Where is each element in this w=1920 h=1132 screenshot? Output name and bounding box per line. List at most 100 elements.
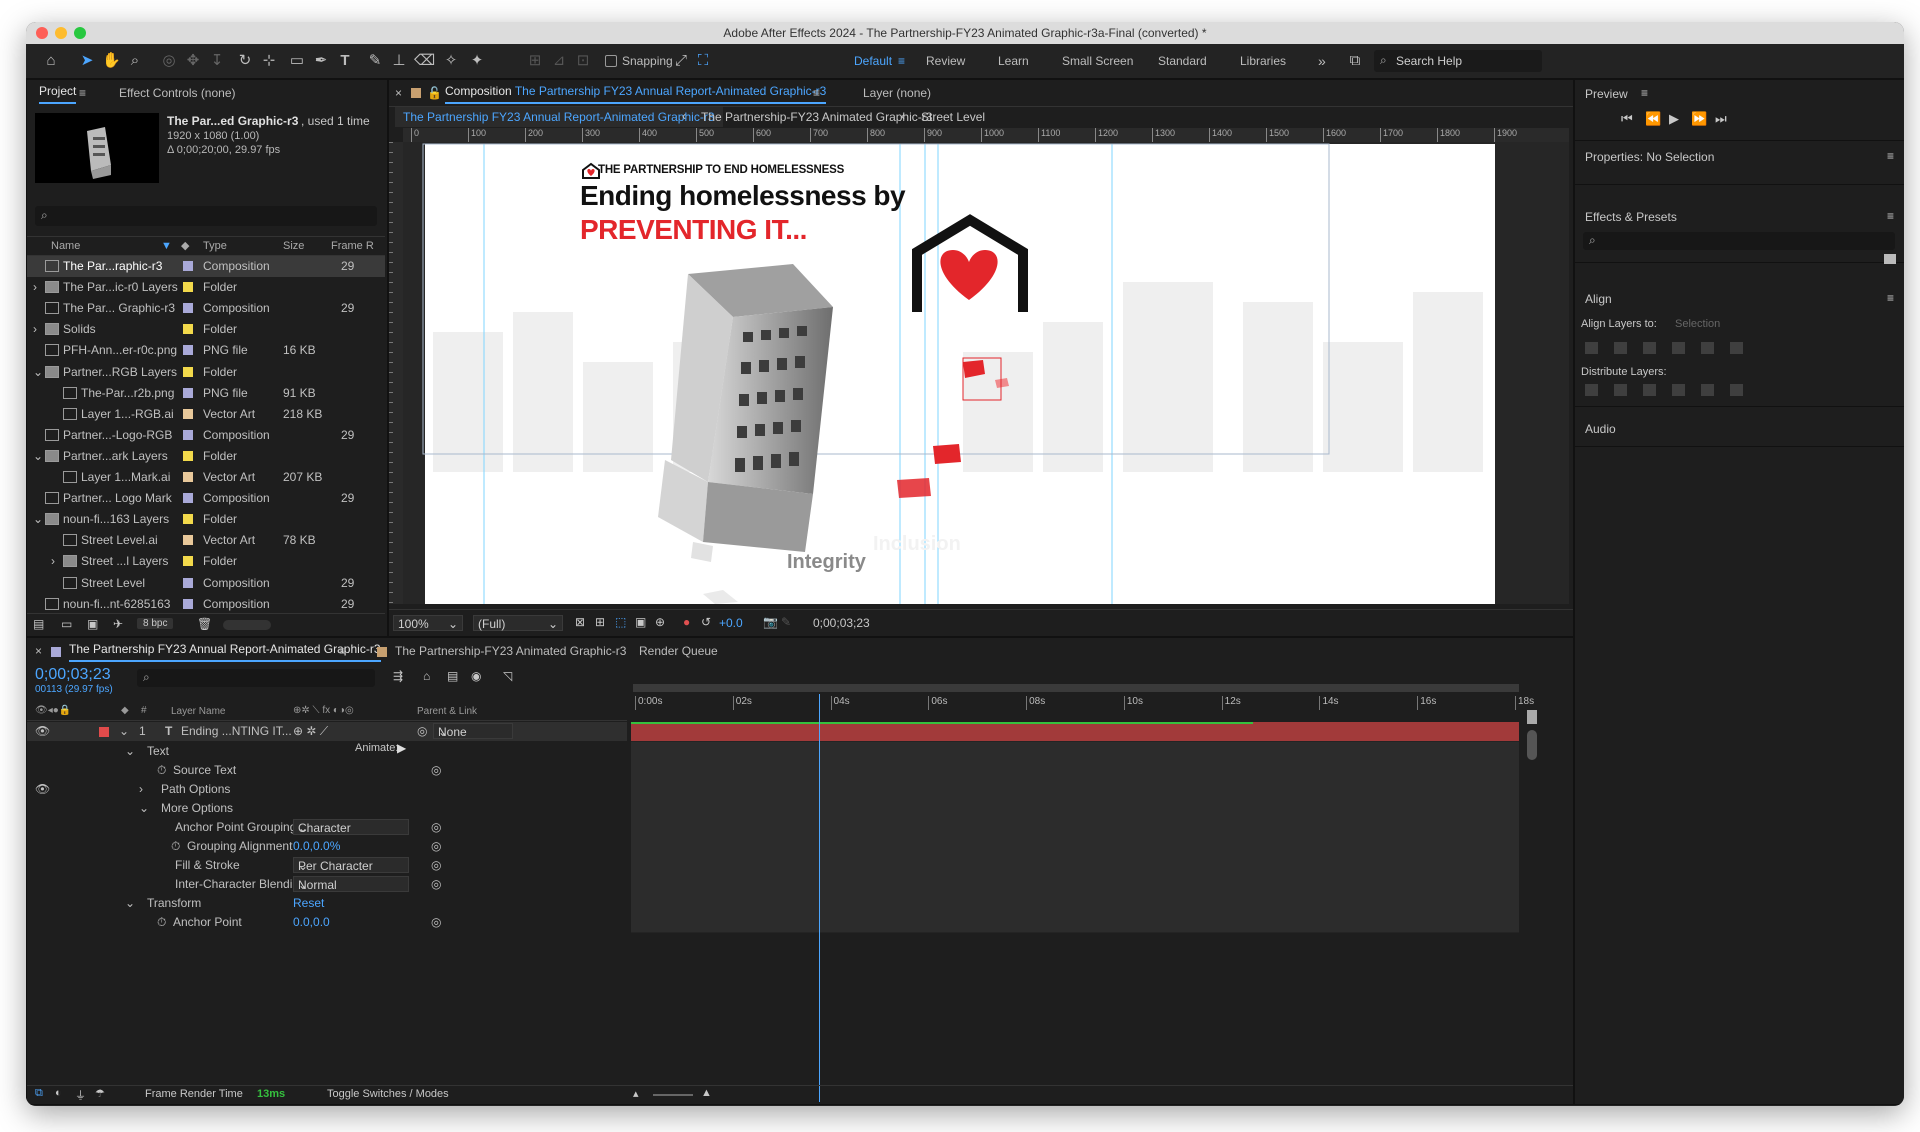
property-row[interactable]: ⏱ Grouping Alignment 0.0,0.0% ◎ [27,837,627,856]
tab-composition[interactable]: Composition The Partnership FY23 Annual … [445,80,827,104]
project-item[interactable]: › The Par...ic-r0 Layers Folder [27,277,385,298]
timeline-menu-icon[interactable]: ≡ [339,638,346,664]
layer-switches[interactable]: ⊕ ✲ ⟋ [293,722,328,741]
audio-title[interactable]: Audio [1585,422,1616,436]
channel-icon[interactable]: ● [683,615,690,629]
interpret-footage-icon[interactable]: ▤ [33,617,44,631]
property-row[interactable]: ⌄ Text [27,742,627,761]
orbit-tool-icon[interactable]: ◎ [160,52,178,70]
snapshot-icon[interactable]: 📷 [763,615,778,629]
project-item[interactable]: The Par...raphic-r3 Composition 29 [27,256,385,277]
label-swatch[interactable] [183,514,193,525]
property-row[interactable]: Anchor Point Grouping Character ⌄ ◎ [27,818,627,837]
workspace-menu-icon[interactable]: ≡ [898,44,905,78]
twirl-icon[interactable]: ⌄ [139,799,149,818]
visibility-eye-icon[interactable]: 👁 [35,780,50,799]
twirl-icon[interactable]: ⌄ [33,509,43,530]
exposure-value[interactable]: +0.0 [719,616,743,630]
stopwatch-icon[interactable]: ⏱ [171,837,180,856]
graph-editor-icon[interactable]: ◹ [503,669,512,683]
workspace-learn[interactable]: Learn [998,44,1029,78]
align-top-icon[interactable] [1672,342,1685,354]
timeline-search-input[interactable]: ⌕ [137,669,375,687]
project-item[interactable]: › Solids Folder [27,319,385,340]
puppet-pin-tool-icon[interactable]: ✦ [468,52,486,70]
properties-menu-icon[interactable]: ≡ [1887,149,1894,163]
project-item[interactable]: noun-fi...nt-6285163 Composition 29 [27,594,385,615]
workspace-standard[interactable]: Standard [1158,44,1207,78]
draft-3d-icon[interactable]: ⌂ [423,669,430,683]
label-swatch[interactable] [183,366,193,377]
property-row[interactable]: 👁 › Path Options [27,780,627,799]
tab-project[interactable]: Project [39,80,77,104]
first-frame-icon[interactable]: ⏮ [1621,111,1633,127]
new-folder-icon[interactable]: ▭ [61,617,72,631]
hand-tool-icon[interactable]: ✋ [102,52,121,70]
property-track[interactable] [631,780,1519,800]
col-type[interactable]: Type [203,240,227,252]
label-swatch[interactable] [183,493,193,504]
workspace-default[interactable]: Default [854,44,892,78]
adobe-media-encoder-icon[interactable]: ✈ [113,617,123,631]
distribute-vcenter-icon[interactable] [1614,384,1627,396]
project-item[interactable]: Street Level.ai Vector Art 78 KB [27,530,385,551]
workspace-small-screen[interactable]: Small Screen [1062,44,1133,78]
property-row[interactable]: ⌄ More Options [27,799,627,818]
zoom-dropdown[interactable]: 100% ⌄ [393,615,463,631]
lock-icon[interactable]: 🔓 [427,80,442,106]
twirl-icon[interactable]: ⌄ [33,446,43,467]
property-track[interactable] [631,913,1519,933]
zoom-window-button[interactable] [74,27,86,39]
label-swatch[interactable] [183,408,193,419]
layer-duration-bar[interactable] [631,722,1519,742]
pan-behind-tool-icon[interactable]: ⊹ [260,52,278,70]
project-item[interactable]: PFH-Ann...er-r0c.png PNG file 16 KB [27,340,385,361]
pen-tool-icon[interactable]: ✒ [312,52,330,70]
workspace-review[interactable]: Review [926,44,965,78]
property-row[interactable]: Inter-Character Blending Normal ⌄ ◎ [27,875,627,894]
distribute-hcenter-icon[interactable] [1701,384,1714,396]
close-timeline-tab-icon[interactable]: × [35,638,42,664]
new-composition-icon[interactable]: ▣ [87,617,98,631]
pan-tool-icon[interactable]: ✥ [184,52,202,70]
reset-exposure-icon[interactable]: ↺ [701,615,711,629]
property-track[interactable] [631,894,1519,914]
label-swatch[interactable] [183,261,193,271]
project-item[interactable]: ⌄ noun-fi...163 Layers Folder [27,509,385,530]
rectangle-tool-icon[interactable]: ▭ [288,52,306,70]
project-menu-icon[interactable]: ≡ [79,80,86,106]
trash-icon[interactable]: 🗑 [197,617,212,631]
close-window-button[interactable] [36,27,48,39]
selection-tool-icon[interactable]: ➤ [78,52,96,70]
last-frame-icon[interactable]: ⏭ [1715,111,1727,127]
fast-previews-icon[interactable]: ⊠ [575,615,585,629]
project-item[interactable]: Partner... Logo Mark Composition 29 [27,488,385,509]
frame-blending-icon[interactable]: ◉ [471,669,481,683]
twirl-icon[interactable]: › [139,780,143,799]
timeline-timecode[interactable]: 0;00;03;23 [35,666,111,684]
dolly-tool-icon[interactable]: ↧ [208,52,226,70]
transparency-grid-icon[interactable]: ⊞ [595,615,605,629]
project-item[interactable]: Partner...-Logo-RGB Composition 29 [27,425,385,446]
transfer-controls-icon[interactable]: ◐ [55,1087,62,1099]
property-row[interactable]: ⏱ Anchor Point 0.0,0.0 ◎ [27,913,627,932]
label-swatch[interactable] [183,387,193,398]
property-track[interactable] [631,799,1519,819]
twirl-icon[interactable]: › [51,551,55,572]
property-row[interactable]: ⌄ Transform Reset [27,894,627,913]
toggle-switches-modes[interactable]: Toggle Switches / Modes [327,1088,449,1100]
align-vcenter-icon[interactable] [1701,342,1714,354]
project-item[interactable]: The Par... Graphic-r3 Composition 29 [27,298,385,319]
align-to-dropdown[interactable]: Selection [1675,316,1789,332]
label-swatch[interactable] [183,282,193,293]
render-time-icon[interactable]: ☂ [95,1087,105,1100]
property-dropdown[interactable]: Normal ⌄ [293,876,409,892]
pickwhip-icon[interactable]: ◎ [417,722,427,741]
eraser-tool-icon[interactable]: ⌫ [414,52,435,70]
label-swatch[interactable] [183,345,193,356]
effects-search-input[interactable]: ⌕ [1583,232,1895,250]
align-right-icon[interactable] [1643,342,1656,354]
breadcrumb-animated-graphic[interactable]: The Partnership-FY23 Animated Graphic-r3 [701,110,932,124]
col-parent-link[interactable]: Parent & Link [417,706,477,717]
property-track[interactable] [631,875,1519,895]
